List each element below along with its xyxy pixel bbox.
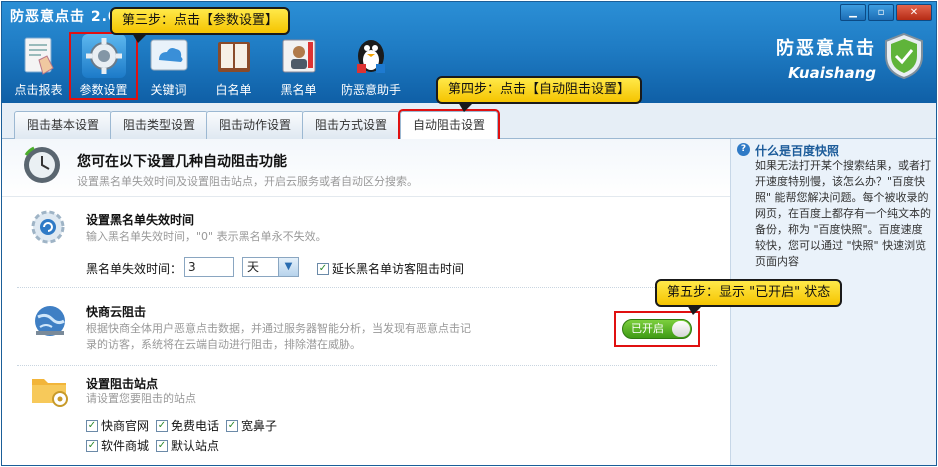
checkbox-checked-icon[interactable]: ✓: [156, 419, 168, 432]
site-option[interactable]: ✓ 软件商城: [86, 437, 149, 454]
site-option-label: 快商官网: [101, 419, 150, 433]
question-icon: ?: [737, 143, 750, 156]
cloud-block-toggle[interactable]: 已开启: [622, 319, 692, 339]
section-subtitle: 设置黑名单失效时间及设置阻击站点，开启云服务或者自动区分搜索。: [77, 175, 418, 188]
main-panel: 您可在以下设置几种自动阻击功能 设置黑名单失效时间及设置阻击站点，开启云服务或者…: [2, 139, 730, 465]
blacklist-field-label: 黑名单失效时间：: [86, 262, 183, 276]
tab-method[interactable]: 阻击方式设置: [302, 111, 401, 139]
toolbar-label: 点击报表: [14, 83, 63, 97]
toolbar-assistant[interactable]: 防恶意助手: [331, 34, 411, 98]
close-button[interactable]: ✕: [896, 4, 932, 21]
help-title: 什么是百度快照: [755, 144, 840, 158]
tab-basic[interactable]: 阻击基本设置: [14, 111, 113, 139]
toolbar-label: 防恶意助手: [340, 83, 401, 97]
divider: [17, 287, 717, 288]
cloud-icon: [147, 34, 191, 78]
toolbar-blacklist[interactable]: 黑名单: [266, 34, 331, 98]
extend-block-checkbox[interactable]: ✓ 延长黑名单访客阻击时间: [317, 260, 464, 277]
penguin-icon: [349, 34, 393, 78]
toolbar-whitelist[interactable]: 白名单: [201, 34, 266, 98]
help-text: 如果无法打开某个搜索结果，或者打开速度特别慢，该怎么办？"百度快照" 能帮您解决…: [755, 159, 931, 268]
tab-action[interactable]: 阻击动作设置: [206, 111, 305, 139]
site-option-label: 免费电话: [171, 419, 220, 433]
maximize-button[interactable]: ▫: [868, 4, 894, 21]
site-option-label: 默认站点: [171, 439, 220, 453]
checkbox-checked-icon[interactable]: ✓: [156, 439, 168, 452]
checkbox-checked-icon[interactable]: ✓: [317, 262, 329, 275]
site-option[interactable]: ✓ 免费电话: [156, 417, 219, 434]
clock-icon: [22, 145, 62, 188]
toolbar-label: 白名单: [215, 83, 252, 97]
blacklist-days-input[interactable]: 3: [184, 257, 234, 277]
report-icon: [17, 34, 61, 78]
book-icon: [212, 34, 256, 78]
toggle-label: 已开启: [631, 322, 664, 335]
window-controls: ▁ ▫ ✕: [840, 4, 932, 21]
app-window: 防恶意点击 2.0 ▁ ▫ ✕ 点击报表 参数设置 关键词 白名单 黑名单 防恶…: [1, 1, 937, 466]
tab-auto-block[interactable]: 自动阻击设置: [397, 109, 501, 142]
minimize-button[interactable]: ▁: [840, 4, 866, 21]
callout-step-5: 第五步：显示 "已开启" 状态: [655, 279, 843, 315]
checkbox-checked-icon[interactable]: ✓: [86, 419, 98, 432]
brand-en: Kuaishang: [788, 64, 876, 82]
shield-icon: [884, 32, 924, 80]
toolbar-keywords[interactable]: 关键词: [136, 34, 201, 98]
callout-step-3: 第三步：点击【参数设置】: [110, 7, 291, 43]
toggle-knob: [672, 321, 690, 337]
cloud-globe-icon: [32, 303, 68, 342]
cloud-title: 快商云阻击: [86, 305, 147, 319]
section-title: 您可在以下设置几种自动阻击功能: [77, 154, 287, 170]
checkbox-checked-icon[interactable]: ✓: [226, 419, 238, 432]
blacklist-settings-icon: [30, 209, 66, 248]
section-header: 您可在以下设置几种自动阻击功能 设置黑名单失效时间及设置阻击站点，开启云服务或者…: [2, 139, 730, 197]
callout-step-4: 第四步：点击【自动阻击设置】: [436, 76, 643, 112]
brand-cn: 防恶意点击: [776, 38, 876, 59]
checkbox-label: 延长黑名单访客阻击时间: [332, 262, 465, 276]
site-option-label: 宽鼻子: [241, 419, 278, 433]
divider: [17, 365, 717, 366]
chevron-down-icon[interactable]: ▼: [278, 258, 298, 276]
tab-type[interactable]: 阻击类型设置: [110, 111, 209, 139]
site-option[interactable]: ✓ 宽鼻子: [226, 417, 277, 434]
blacklist-icon: [277, 34, 321, 78]
site-option-label: 软件商城: [101, 439, 150, 453]
brand: 防恶意点击 Kuaishang: [776, 34, 876, 82]
toolbar-label: 关键词: [150, 83, 187, 97]
toolbar-label: 参数设置: [79, 83, 128, 97]
main-toolbar: 点击报表 参数设置 关键词 白名单 黑名单 防恶意助手: [6, 32, 411, 100]
site-option[interactable]: ✓ 默认站点: [156, 437, 219, 454]
sites-title: 设置阻击站点: [86, 377, 159, 391]
checkbox-checked-icon[interactable]: ✓: [86, 439, 98, 452]
toolbar-label: 黑名单: [280, 83, 317, 97]
cloud-desc-2: 录的访客，系统将在云端自动进行阻击，排除潜在威胁。: [86, 338, 361, 351]
blacklist-desc: 输入黑名单失效时间，"0" 表示黑名单永不失效。: [86, 230, 327, 243]
cloud-desc-1: 根据快商全体用户恶意点击数据，并通过服务器智能分析，当发现有恶意点击记: [86, 322, 471, 335]
blacklist-unit-select[interactable]: 天 ▼: [242, 257, 299, 277]
folder-settings-icon: [30, 371, 70, 410]
toolbar-settings[interactable]: 参数设置: [69, 32, 138, 100]
select-value: 天: [247, 260, 260, 274]
app-title: 防恶意点击 2.0: [10, 9, 119, 25]
toolbar-report[interactable]: 点击报表: [6, 34, 71, 98]
blacklist-title: 设置黑名单失效时间: [86, 213, 195, 227]
sites-desc: 请设置您要阻击的站点: [86, 392, 196, 405]
site-option[interactable]: ✓ 快商官网: [86, 417, 149, 434]
gear-icon: [81, 34, 126, 78]
